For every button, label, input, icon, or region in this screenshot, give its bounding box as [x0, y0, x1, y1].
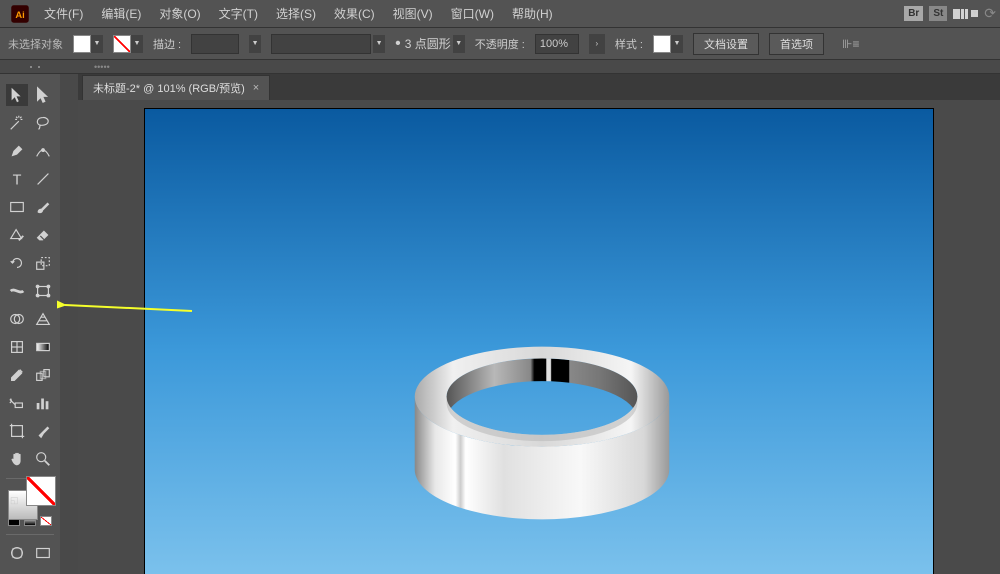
- color-mode-none[interactable]: [40, 516, 52, 526]
- menu-type[interactable]: 文字(T): [211, 1, 266, 26]
- preferences-button[interactable]: 首选项: [769, 33, 824, 55]
- curvature-tool[interactable]: [32, 140, 54, 162]
- stroke-weight-input[interactable]: [191, 34, 239, 54]
- gradient-tool[interactable]: [32, 336, 54, 358]
- document-tab-title: 未标题-2* @ 101% (RGB/预览): [93, 80, 245, 96]
- control-bar: 未选择对象 ▼ ▼ 描边 : ▼ ▼ •3 点圆形 ▼ 不透明度 : › 样式 …: [0, 28, 1000, 60]
- style-label: 样式 :: [615, 36, 643, 52]
- screen-mode[interactable]: [32, 542, 54, 564]
- fill-dropdown-icon[interactable]: ▼: [91, 35, 103, 53]
- zoom-tool[interactable]: [32, 448, 54, 470]
- opacity-label: 不透明度 :: [475, 36, 525, 52]
- document-area: 未标题-2* @ 101% (RGB/预览) ×: [78, 74, 1000, 574]
- column-graph-tool[interactable]: [32, 392, 54, 414]
- svg-text:T: T: [13, 172, 22, 188]
- menu-edit[interactable]: 编辑(E): [93, 1, 149, 26]
- toolbox: T: [0, 74, 60, 574]
- opacity-input[interactable]: [535, 34, 579, 54]
- perspective-grid-tool[interactable]: [32, 308, 54, 330]
- toolbox-handle[interactable]: [0, 66, 70, 68]
- document-tabs: 未标题-2* @ 101% (RGB/预览) ×: [78, 74, 1000, 100]
- stroke-control[interactable]: ▼: [113, 35, 143, 53]
- fill-control[interactable]: ▼: [73, 35, 103, 53]
- magic-wand-tool[interactable]: [6, 112, 28, 134]
- selection-tool[interactable]: [6, 84, 28, 106]
- rotate-tool[interactable]: [6, 252, 28, 274]
- rectangle-tool[interactable]: [6, 196, 28, 218]
- menu-view[interactable]: 视图(V): [385, 1, 441, 26]
- menu-file[interactable]: 文件(F): [36, 1, 91, 26]
- paintbrush-tool[interactable]: [32, 196, 54, 218]
- draw-normal-mode[interactable]: [6, 542, 28, 564]
- fill-stroke-selector[interactable]: ⤭ ◱: [8, 490, 56, 505]
- eraser-tool[interactable]: [32, 224, 54, 246]
- mesh-tool[interactable]: [6, 336, 28, 358]
- lasso-tool[interactable]: [32, 112, 54, 134]
- stroke-weight-label: 描边 :: [153, 36, 181, 52]
- stroke-dropdown-icon[interactable]: ▼: [131, 35, 143, 53]
- brush-label: 3 点圆形: [405, 35, 451, 52]
- panel-menu-icon[interactable]: ⊪≡: [842, 37, 859, 51]
- brush-definition[interactable]: •3 点圆形 ▼: [395, 35, 465, 53]
- arrange-documents-icon[interactable]: ▼: [953, 9, 978, 19]
- menu-items: 文件(F) 编辑(E) 对象(O) 文字(T) 选择(S) 效果(C) 视图(V…: [36, 1, 561, 26]
- pen-tool[interactable]: [6, 140, 28, 162]
- menu-select[interactable]: 选择(S): [268, 1, 324, 26]
- document-setup-button[interactable]: 文档设置: [693, 33, 759, 55]
- selection-status: 未选择对象: [8, 36, 63, 52]
- menu-help[interactable]: 帮助(H): [504, 1, 561, 26]
- default-fill-stroke-icon[interactable]: ◱: [10, 495, 19, 506]
- opacity-dropdown-icon[interactable]: ›: [589, 34, 605, 54]
- free-transform-tool[interactable]: [32, 280, 54, 302]
- symbol-sprayer-tool[interactable]: [6, 392, 28, 414]
- artboard: [144, 108, 934, 574]
- app-logo[interactable]: Ai: [4, 0, 36, 28]
- document-tab[interactable]: 未标题-2* @ 101% (RGB/预览) ×: [82, 75, 270, 100]
- shaper-tool[interactable]: [6, 224, 28, 246]
- menu-bar: Ai 文件(F) 编辑(E) 对象(O) 文字(T) 选择(S) 效果(C) 视…: [0, 0, 1000, 28]
- blend-tool[interactable]: [32, 364, 54, 386]
- dock-handle: •••••: [0, 60, 1000, 74]
- type-tool[interactable]: T: [6, 168, 28, 190]
- collapsed-panel-dock[interactable]: [60, 74, 78, 574]
- stock-icon[interactable]: St: [929, 6, 947, 21]
- bridge-icon[interactable]: Br: [904, 6, 923, 21]
- slice-tool[interactable]: [32, 420, 54, 442]
- ring-illustration: [387, 333, 697, 533]
- scale-tool[interactable]: [32, 252, 54, 274]
- eyedropper-tool[interactable]: [6, 364, 28, 386]
- tab-close-icon[interactable]: ×: [253, 82, 259, 94]
- menu-window[interactable]: 窗口(W): [443, 1, 502, 26]
- menu-right: Br St ▼ ⟳: [904, 5, 996, 22]
- shape-builder-tool[interactable]: [6, 308, 28, 330]
- menu-object[interactable]: 对象(O): [151, 1, 208, 26]
- gpu-preview-icon[interactable]: ⟳: [984, 5, 996, 22]
- style-control[interactable]: ▼: [653, 35, 683, 53]
- workspace: T: [0, 74, 1000, 574]
- width-tool[interactable]: [6, 280, 28, 302]
- stroke-weight-dropdown-icon[interactable]: ▼: [249, 35, 261, 53]
- hand-tool[interactable]: [6, 448, 28, 470]
- svg-text:Ai: Ai: [15, 9, 24, 19]
- line-segment-tool[interactable]: [32, 168, 54, 190]
- menu-effect[interactable]: 效果(C): [326, 1, 383, 26]
- artboard-tool[interactable]: [6, 420, 28, 442]
- panel-grip[interactable]: •••••: [70, 62, 110, 72]
- canvas[interactable]: [78, 100, 1000, 574]
- stroke-color-box[interactable]: [26, 476, 56, 506]
- variable-width-profile[interactable]: ▼: [271, 34, 385, 54]
- direct-selection-tool[interactable]: [32, 84, 54, 106]
